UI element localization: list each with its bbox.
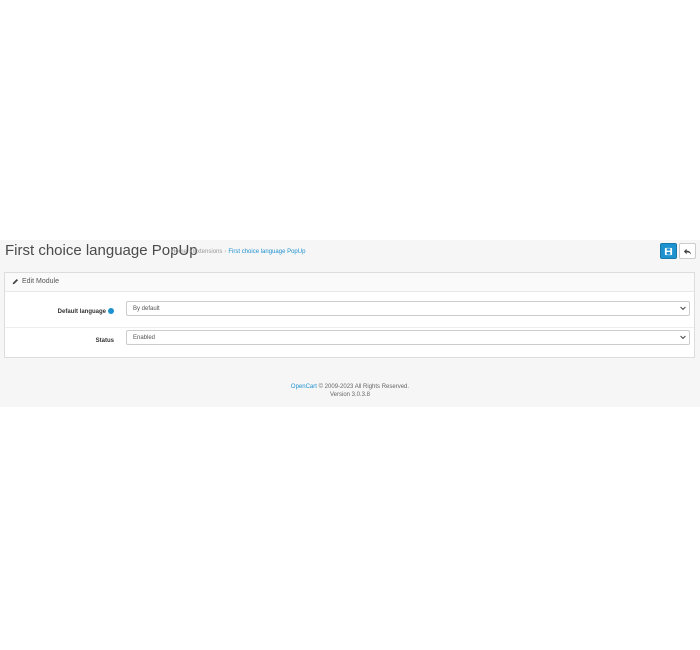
chevron-down-icon [680, 335, 686, 340]
panel-heading: Edit Module [5, 273, 694, 292]
footer-version: Version 3.0.3.8 [329, 392, 371, 398]
footer: OpenCart © 2009-2023 All Rights Reserved… [0, 383, 700, 399]
page-header: First choice language PopUp Home › Extensi… [0, 240, 700, 266]
save-button[interactable] [660, 243, 677, 259]
status-value: Enabled [133, 335, 156, 341]
reply-icon [683, 248, 692, 255]
chevron-down-icon [680, 306, 686, 311]
default-language-label: Default language [58, 308, 114, 317]
breadcrumb-home[interactable]: Home [171, 249, 187, 255]
panel-title: Edit Module [22, 278, 59, 285]
form-row-default-language: Default language By default [5, 298, 694, 325]
breadcrumb-extensions[interactable]: Extensions [193, 249, 222, 255]
form-row-status: Status Enabled [5, 327, 694, 355]
admin-content: First choice language PopUp Home › Extensi… [0, 240, 700, 407]
save-icon [664, 247, 673, 256]
breadcrumb-current[interactable]: First choice language PopUp [228, 249, 305, 255]
info-icon[interactable] [108, 308, 114, 314]
status-select[interactable]: Enabled [126, 330, 690, 345]
footer-copyright: © 2009-2023 All Rights Reserved. [318, 384, 410, 390]
footer-copyright-line: OpenCart © 2009-2023 All Rights Reserved… [0, 383, 700, 391]
default-language-select[interactable]: By default [126, 301, 690, 316]
breadcrumb: Home › Extensions › First choice language Po… [171, 248, 305, 257]
page-title: First choice language PopUp [5, 242, 198, 259]
pencil-icon [12, 278, 19, 285]
edit-module-panel: Edit Module Default language By default … [4, 272, 695, 358]
back-button[interactable] [679, 243, 696, 259]
status-label: Status [95, 338, 114, 344]
opencart-link[interactable]: OpenCart [291, 384, 317, 390]
default-language-value: By default [133, 306, 160, 312]
